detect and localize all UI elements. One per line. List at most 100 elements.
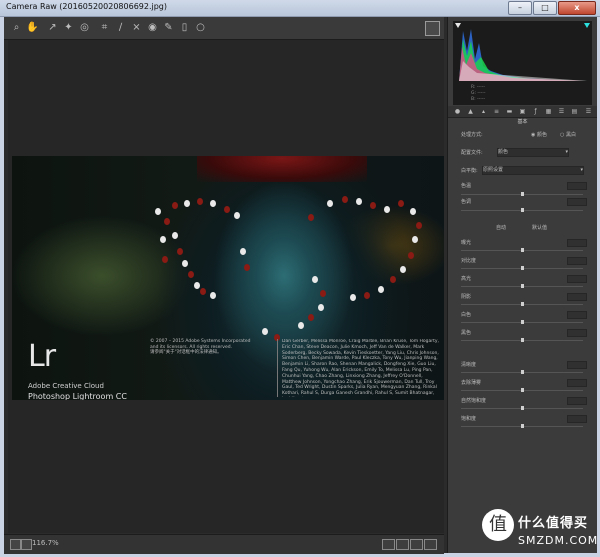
adjustment-panel: R: ----- G: ----- B: ----- ● ▲ ▴ ≡ ▬ ▣ ƒ… — [447, 17, 597, 553]
paint-dot — [378, 286, 384, 293]
panel-tabs: ● ▲ ▴ ≡ ▬ ▣ ƒ ▦ ☰ ▤ ☰ — [448, 106, 597, 118]
tab-snapshots-icon[interactable]: ▤ — [571, 108, 578, 115]
minimize-button[interactable]: – — [508, 1, 532, 15]
headwrap — [197, 156, 367, 182]
adjustment-slider[interactable] — [461, 370, 583, 374]
title-bar[interactable]: Camera Raw (20160520020806692.jpg) – □ x — [0, 0, 600, 17]
slider-knob[interactable] — [521, 370, 524, 374]
red-eye-tool-icon[interactable]: ◉ — [146, 21, 159, 34]
slider-value-field[interactable] — [567, 329, 587, 337]
swap-settings-icon[interactable] — [410, 539, 423, 550]
adjustment-slider[interactable] — [461, 338, 583, 342]
histogram-b: B: ----- — [471, 97, 486, 102]
credits-text: Dan Gerber, Melissa Monroe, Craig Marble… — [277, 339, 442, 397]
hand-tool-icon[interactable]: ✋ — [26, 21, 39, 34]
paint-dot — [197, 198, 203, 205]
paint-dot — [400, 266, 406, 273]
temp-slider-knob[interactable] — [521, 192, 524, 196]
paint-dot — [162, 256, 168, 263]
tab-hsl-icon[interactable]: ≡ — [493, 108, 500, 115]
temp-value[interactable] — [567, 182, 587, 190]
slider-value-field[interactable] — [567, 379, 587, 387]
fullscreen-toggle-icon[interactable] — [425, 21, 440, 36]
tint-slider[interactable] — [461, 208, 583, 212]
view-toggle-y-icon[interactable] — [382, 539, 395, 550]
slider-knob[interactable] — [521, 424, 524, 428]
adjustment-slider[interactable] — [461, 266, 583, 270]
adjustment-slider[interactable] — [461, 406, 583, 410]
slider-knob[interactable] — [521, 248, 524, 252]
tint-value[interactable] — [567, 198, 587, 206]
adjustment-slider[interactable] — [461, 320, 583, 324]
tab-presets-icon[interactable]: ☰ — [558, 108, 565, 115]
treatment-bw-radio[interactable]: ○ 黑白 — [560, 131, 576, 138]
slider-knob[interactable] — [521, 266, 524, 270]
slider-value-field[interactable] — [567, 397, 587, 405]
adjustment-slider[interactable] — [461, 424, 583, 428]
paint-dot — [408, 252, 414, 259]
adjustment-slider[interactable] — [461, 302, 583, 306]
zoom-out-icon[interactable] — [10, 539, 21, 550]
tab-split-toning-icon[interactable]: ▬ — [506, 108, 513, 115]
slider-label: 白色 — [461, 312, 472, 318]
tint-slider-knob[interactable] — [521, 208, 524, 212]
straighten-tool-icon[interactable]: ∕ — [114, 21, 127, 34]
menu-icon[interactable] — [424, 539, 437, 550]
white-balance-tool-icon[interactable]: ↗ — [46, 21, 59, 34]
wb-value: 原照设置 — [483, 167, 504, 173]
spot-removal-tool-icon[interactable]: ⨯ — [130, 21, 143, 34]
slider-knob[interactable] — [521, 284, 524, 288]
graduated-filter-icon[interactable]: ▯ — [178, 21, 191, 34]
window-title: Camera Raw (20160520020806692.jpg) — [6, 2, 167, 11]
default-link[interactable]: 默认值 — [532, 224, 547, 231]
wb-select[interactable]: 原照设置 ▾ — [482, 166, 584, 175]
zoom-tool-icon[interactable]: ⌕ — [10, 21, 23, 34]
slider-value-field[interactable] — [567, 361, 587, 369]
paint-dot — [200, 288, 206, 295]
slider-knob[interactable] — [521, 320, 524, 324]
adjustment-brush-icon[interactable]: ✎ — [162, 21, 175, 34]
treatment-color-radio[interactable]: ◉ 颜色 — [531, 131, 547, 138]
slider-value-field[interactable] — [567, 415, 587, 423]
tab-tone-curve-icon[interactable]: ▲ — [467, 108, 474, 115]
adjustment-slider[interactable] — [461, 248, 583, 252]
adjustment-slider[interactable] — [461, 284, 583, 288]
slider-value-field[interactable] — [567, 275, 587, 283]
tab-lens-icon[interactable]: ▣ — [519, 108, 526, 115]
tab-basic-icon[interactable]: ● — [454, 108, 461, 115]
lightroom-splash-image: Lr Adobe Creative Cloud Photoshop Lightr… — [12, 156, 444, 400]
targeted-adjust-tool-icon[interactable]: ◎ — [78, 21, 91, 34]
tab-detail-icon[interactable]: ▴ — [480, 108, 487, 115]
paint-dot — [164, 218, 170, 225]
close-button[interactable]: x — [558, 1, 596, 15]
slider-knob[interactable] — [521, 338, 524, 342]
product-name: Photoshop Lightroom CC — [28, 392, 127, 400]
color-sampler-tool-icon[interactable]: ✦ — [62, 21, 75, 34]
slider-value-field[interactable] — [567, 311, 587, 319]
radial-filter-icon[interactable]: ○ — [194, 21, 207, 34]
slider-value-field[interactable] — [567, 257, 587, 265]
slider-knob[interactable] — [521, 388, 524, 392]
slider-value-field[interactable] — [567, 239, 587, 247]
panel-menu-icon[interactable]: ☰ — [585, 108, 592, 115]
paint-dot — [172, 232, 178, 239]
paint-dot — [184, 200, 190, 207]
slider-knob[interactable] — [521, 406, 524, 410]
smzdm-url: SMZDM.COM — [518, 534, 599, 547]
slider-value-field[interactable] — [567, 293, 587, 301]
paint-dot — [298, 322, 304, 329]
slider-knob[interactable] — [521, 302, 524, 306]
view-compare-icon[interactable] — [396, 539, 409, 550]
maximize-button[interactable]: □ — [533, 1, 557, 15]
adjustment-slider[interactable] — [461, 388, 583, 392]
zoom-level[interactable]: 116.7% — [32, 539, 59, 547]
paint-dot — [320, 290, 326, 297]
temp-slider[interactable] — [461, 192, 583, 196]
tab-fx-icon[interactable]: ƒ — [532, 108, 539, 115]
profile-select[interactable]: 颜色 ▾ — [497, 148, 569, 157]
crop-tool-icon[interactable]: ⌗ — [98, 21, 111, 34]
auto-link[interactable]: 自动 — [496, 224, 506, 231]
camera-raw-client: ⌕ ✋ ↗ ✦ ◎ ⌗ ∕ ⨯ ◉ ✎ ▯ ○ Lr Adobe Creativ… — [4, 17, 597, 554]
zoom-in-icon[interactable] — [21, 539, 32, 550]
tab-camera-calibration-icon[interactable]: ▦ — [545, 108, 552, 115]
